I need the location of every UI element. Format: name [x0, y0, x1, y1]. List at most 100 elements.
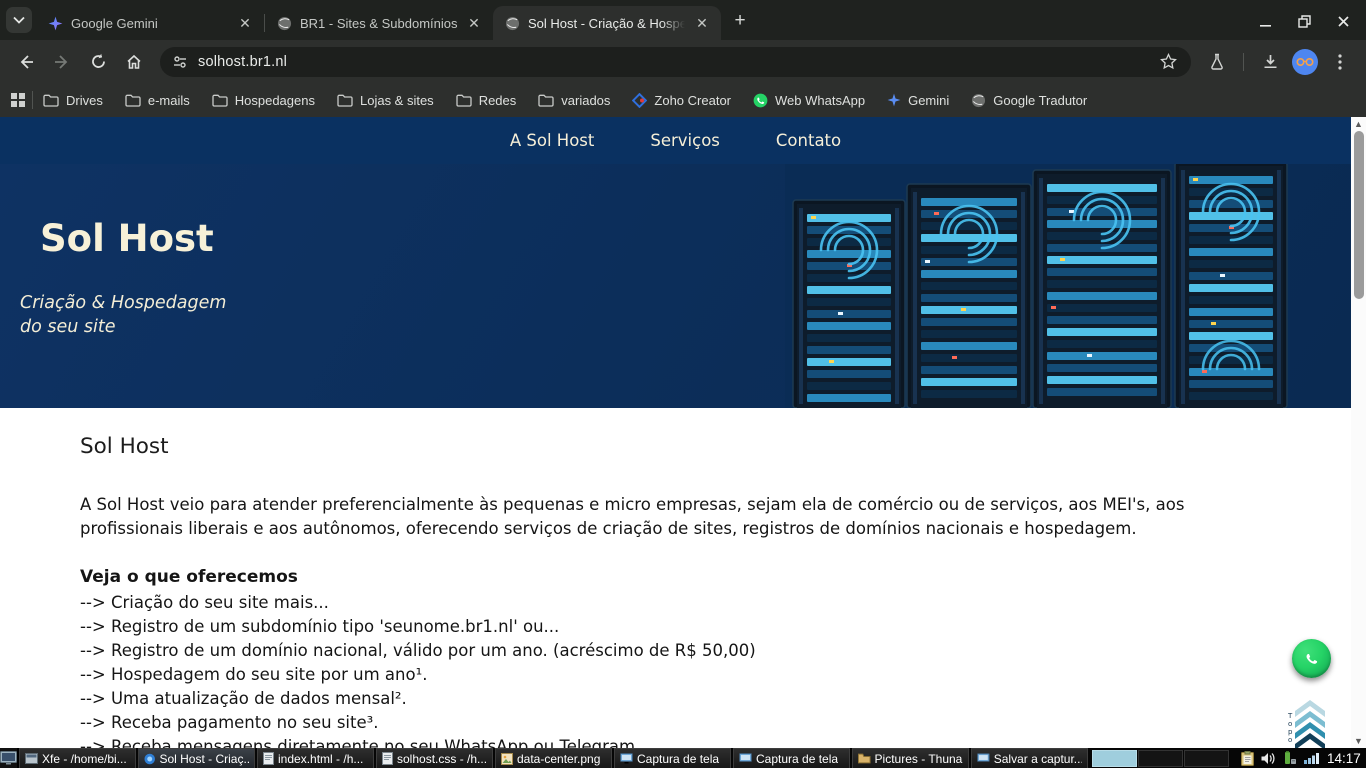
taskbar-item-solhost-css[interactable]: solhost.css - /h...	[376, 748, 493, 768]
forward-button[interactable]	[46, 46, 78, 78]
tab-close-icon[interactable]: ✕	[465, 14, 483, 32]
tab-sol-host[interactable]: Sol Host - Criação & Hospe ✕	[493, 6, 721, 40]
bookmark-folder-emails[interactable]: e-mails	[125, 93, 190, 108]
taskbar-item-label: Pictures - Thunar	[875, 752, 963, 766]
menu-button[interactable]	[1324, 46, 1356, 78]
nav-link-contato[interactable]: Contato	[776, 131, 841, 150]
whatsapp-phone-icon	[1300, 647, 1323, 670]
bookmark-folder-hospedagens[interactable]: Hospedagens	[212, 93, 315, 108]
site-settings-icon[interactable]	[172, 54, 188, 70]
url-text[interactable]: solhost.br1.nl	[198, 54, 1152, 70]
folder-icon	[43, 94, 59, 107]
reload-icon	[90, 53, 107, 70]
workspace-3[interactable]	[1184, 750, 1229, 767]
workspace-2[interactable]	[1138, 750, 1183, 767]
show-desktop-button[interactable]	[0, 748, 19, 768]
clock[interactable]: 14:17	[1327, 751, 1363, 766]
bookmark-web-whatsapp[interactable]: Web WhatsApp	[753, 93, 865, 108]
tab-google-gemini[interactable]: Google Gemini ✕	[36, 6, 264, 40]
bookmark-folder-drives[interactable]: Drives	[43, 93, 103, 108]
taskbar-item-pictures-thunar[interactable]: Pictures - Thunar	[852, 748, 969, 768]
tab-close-icon[interactable]: ✕	[693, 14, 711, 32]
taskbar-item-captura-1[interactable]: Captura de tela	[614, 748, 731, 768]
folder-icon	[212, 94, 228, 107]
tab-search-button[interactable]	[6, 7, 32, 33]
folder-icon	[456, 94, 472, 107]
scrollbar-thumb[interactable]	[1354, 131, 1364, 299]
offer-item: --> Registro de um domínio nacional, vál…	[80, 639, 1271, 663]
taskbar-item-captura-2[interactable]: Captura de tela	[733, 748, 850, 768]
svg-text:T: T	[1287, 712, 1293, 720]
nav-link-a-sol-host[interactable]: A Sol Host	[510, 131, 595, 150]
intro-paragraph: A Sol Host veio para atender preferencia…	[80, 493, 1271, 541]
bookmark-zoho-creator[interactable]: Zoho Creator	[632, 93, 731, 108]
bookmark-folder-redes[interactable]: Redes	[456, 93, 517, 108]
monitor-icon	[0, 751, 17, 765]
minimize-icon[interactable]	[1259, 15, 1272, 28]
main-content: Sol Host A Sol Host veio para atender pr…	[0, 408, 1351, 748]
toolbar-separator	[1243, 53, 1244, 71]
new-tab-button[interactable]: +	[727, 8, 753, 34]
gemini-icon	[887, 93, 901, 107]
scrollbar-down-icon[interactable]: ▼	[1351, 734, 1366, 748]
bookmarks-separator	[32, 91, 33, 109]
volume-icon[interactable]	[1261, 752, 1276, 765]
bookmark-star-icon[interactable]	[1160, 53, 1177, 70]
window-controls	[1259, 15, 1366, 40]
downloads-button[interactable]	[1254, 46, 1286, 78]
profile-avatar[interactable]	[1292, 49, 1318, 75]
workspace-pager[interactable]	[1092, 749, 1229, 767]
page-scrollbar[interactable]: ▲ ▼	[1351, 117, 1366, 748]
tab-title: BR1 - Sites & Subdomínios	[300, 16, 457, 31]
page-title: Sol Host	[80, 434, 1271, 459]
back-button[interactable]	[10, 46, 42, 78]
restore-icon[interactable]	[1298, 15, 1311, 28]
power-manager-icon[interactable]	[1283, 751, 1297, 765]
toolbar-actions	[1199, 46, 1358, 78]
whatsapp-float-button[interactable]	[1292, 639, 1331, 678]
tab-br1[interactable]: BR1 - Sites & Subdomínios ✕	[265, 6, 493, 40]
folder-icon	[125, 94, 141, 107]
nav-link-servicos[interactable]: Serviços	[650, 131, 720, 150]
topo-chevrons-icon: T o p o	[1287, 700, 1327, 748]
address-bar[interactable]: solhost.br1.nl	[160, 47, 1191, 77]
text-file-icon	[263, 752, 274, 765]
flask-icon	[1209, 53, 1225, 70]
clipboard-icon[interactable]	[1241, 751, 1254, 766]
home-button[interactable]	[118, 46, 150, 78]
taskbar-item-salvar-captura[interactable]: Salvar a captur...	[971, 748, 1088, 768]
taskbar-item-sol-host[interactable]: Sol Host - Criaç...	[138, 748, 255, 768]
data-center-image	[785, 164, 1290, 408]
taskbar-item-index-html[interactable]: index.html - /h...	[257, 748, 374, 768]
site-navigation: A Sol Host Serviços Contato	[0, 117, 1351, 164]
experiments-button[interactable]	[1201, 46, 1233, 78]
taskbar-item-label: solhost.css - /h...	[397, 752, 487, 766]
scrollbar-up-icon[interactable]: ▲	[1351, 117, 1366, 131]
whatsapp-icon	[753, 93, 768, 108]
gemini-icon	[48, 16, 63, 31]
scroll-to-top-button[interactable]: T o p o	[1287, 700, 1327, 748]
image-file-icon	[501, 753, 513, 765]
browser-viewport: A Sol Host Serviços Contato Sol Host Cri…	[0, 117, 1366, 748]
bookmark-folder-lojas[interactable]: Lojas & sites	[337, 93, 434, 108]
taskbar-item-xfe[interactable]: Xfe - /home/bi...	[19, 748, 136, 768]
globe-icon	[277, 16, 292, 31]
bookmark-google-tradutor[interactable]: Google Tradutor	[971, 93, 1087, 108]
tab-close-icon[interactable]: ✕	[236, 14, 254, 32]
offer-item: --> Hospedagem do seu site por um ano¹.	[80, 663, 1271, 687]
screenshot-icon	[620, 753, 633, 764]
close-icon[interactable]	[1337, 15, 1350, 28]
reload-button[interactable]	[82, 46, 114, 78]
taskbar-item-label: Sol Host - Criaç...	[159, 752, 249, 766]
bookmark-label: Gemini	[908, 93, 949, 108]
svg-text:o: o	[1288, 736, 1292, 744]
kebab-menu-icon	[1338, 54, 1342, 70]
offer-item: --> Registro de um subdomínio tipo 'seun…	[80, 615, 1271, 639]
bookmark-gemini[interactable]: Gemini	[887, 93, 949, 108]
apps-grid-icon[interactable]	[10, 92, 26, 108]
globe-icon	[505, 16, 520, 31]
bookmark-folder-variados[interactable]: variados	[538, 93, 610, 108]
network-signal-icon[interactable]	[1304, 752, 1320, 764]
workspace-1[interactable]	[1092, 750, 1137, 767]
taskbar-item-data-center-png[interactable]: data-center.png	[495, 748, 612, 768]
